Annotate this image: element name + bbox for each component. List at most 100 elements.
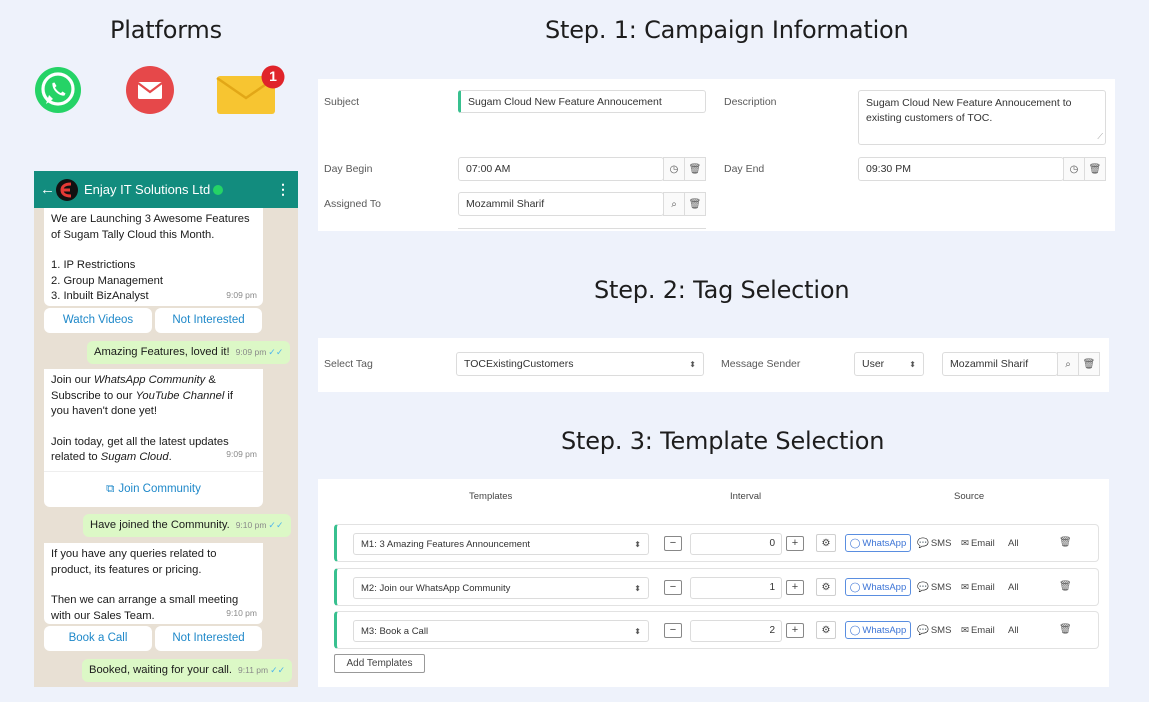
decrement-button[interactable]: − <box>664 623 682 638</box>
step3-heading: Step. 3: Template Selection <box>561 427 885 455</box>
gear-icon[interactable]: ⚙ <box>816 578 836 596</box>
mail-icon: ✉ <box>961 625 969 636</box>
more-options-icon[interactable]: ⋮ <box>276 181 290 198</box>
add-templates-button[interactable]: Add Templates <box>334 654 425 673</box>
trash-icon[interactable]: 🗑 <box>1059 624 1072 635</box>
notification-badge: 1 <box>269 68 277 84</box>
description-field[interactable]: Sugam Cloud New Feature Annoucement to e… <box>858 90 1106 145</box>
day-end-field[interactable]: 09:30 PM <box>858 157 1064 181</box>
source-whatsapp-button[interactable]: ◯ WhatsApp <box>845 578 911 596</box>
select-tag-label: Select Tag <box>324 358 373 370</box>
template-row-3: M3: Book a Call ⬍ − 2 + ⚙ ◯ WhatsApp 💬 SMS … <box>334 611 1099 649</box>
increment-button[interactable]: + <box>786 623 804 638</box>
interval-input[interactable]: 1 <box>690 577 782 599</box>
chevron-updown-icon: ⬍ <box>634 583 641 593</box>
clock-icon[interactable]: ◷ <box>1063 157 1085 181</box>
template-row-1: M1: 3 Amazing Features Announcement ⬍ − 0… <box>334 524 1099 562</box>
chevron-updown-icon: ⬍ <box>634 539 641 549</box>
message-line: 2. Group Management <box>51 274 163 287</box>
source-whatsapp-button[interactable]: ◯ WhatsApp <box>845 534 911 552</box>
increment-button[interactable]: + <box>786 536 804 551</box>
chevron-updown-icon: ⬍ <box>909 359 916 369</box>
chat-header: ← Enjay IT Solutions Ltd ⋮ <box>34 171 298 208</box>
book-a-call-button[interactable]: Book a Call <box>44 626 152 651</box>
mail-icon: ✉ <box>961 538 969 549</box>
chat-icon: 💬 <box>917 582 929 593</box>
gmail-icon <box>125 65 175 120</box>
source-whatsapp-button[interactable]: ◯ WhatsApp <box>845 621 911 639</box>
interval-column-header: Interval <box>730 491 762 502</box>
avatar <box>56 178 78 201</box>
assigned-to-field[interactable]: Mozammil Sharif <box>458 192 664 216</box>
sender-name-field[interactable]: Mozammil Sharif <box>942 352 1058 376</box>
message-line: 3. Inbuilt BizAnalyst <box>51 290 149 302</box>
source-sms-button[interactable]: 💬 SMS <box>917 535 951 552</box>
interval-input[interactable]: 0 <box>690 533 782 555</box>
gear-icon[interactable]: ⚙ <box>816 621 836 639</box>
trash-icon[interactable]: 🗑 <box>684 192 706 216</box>
template-dropdown[interactable]: M1: 3 Amazing Features Announcement ⬍ <box>353 533 649 555</box>
trash-icon[interactable]: 🗑 <box>1078 352 1100 376</box>
subject-label: Subject <box>324 96 360 108</box>
message-time: 9:09 pm <box>235 347 267 357</box>
external-link-icon: ⧉ <box>106 482 115 495</box>
whatsapp-icon: ◯ <box>849 624 861 636</box>
template-dropdown[interactable]: M2: Join our WhatsApp Community ⬍ <box>353 577 649 599</box>
trash-icon[interactable]: 🗑 <box>1059 537 1072 548</box>
not-interested-button-1[interactable]: Not Interested <box>155 308 262 333</box>
increment-button[interactable]: + <box>786 580 804 595</box>
template-row-2: M2: Join our WhatsApp Community ⬍ − 1 + ⚙… <box>334 568 1099 606</box>
whatsapp-icon: ◯ <box>849 581 861 593</box>
incoming-message-1: We are Launching 3 Awesome Features of S… <box>44 208 263 306</box>
source-email-button[interactable]: ✉ Email <box>961 579 995 596</box>
source-email-button[interactable]: ✉ Email <box>961 622 995 639</box>
trash-icon[interactable]: 🗑 <box>684 157 706 181</box>
template-dropdown[interactable]: M3: Book a Call ⬍ <box>353 620 649 642</box>
subject-field[interactable]: Sugam Cloud New Feature Annoucement <box>458 90 706 113</box>
message-line: of Sugam Tally Cloud this Month. <box>51 228 215 241</box>
source-sms-button[interactable]: 💬 SMS <box>917 622 951 639</box>
decrement-button[interactable]: − <box>664 580 682 595</box>
templates-column-header: Templates <box>469 491 513 502</box>
gear-icon[interactable]: ⚙ <box>816 534 836 552</box>
contact-name: Enjay IT Solutions Ltd <box>84 182 276 197</box>
step2-heading: Step. 2: Tag Selection <box>594 276 850 304</box>
source-all-button[interactable]: All <box>1008 622 1019 639</box>
resize-handle-icon[interactable]: ⟋ <box>1097 129 1103 144</box>
step1-heading: Step. 1: Campaign Information <box>545 16 909 44</box>
interval-input[interactable]: 2 <box>690 620 782 642</box>
watch-videos-button[interactable]: Watch Videos <box>44 308 152 333</box>
outgoing-message-3: Booked, waiting for your call. 9:11 pm ✓✓ <box>82 659 293 682</box>
message-time: 9:10 pm <box>226 607 257 618</box>
read-ticks-icon: ✓✓ <box>270 665 286 675</box>
decrement-button[interactable]: − <box>664 536 682 551</box>
chevron-updown-icon: ⬍ <box>634 626 641 636</box>
not-interested-button-2[interactable]: Not Interested <box>155 626 262 651</box>
trash-icon[interactable]: 🗑 <box>1059 581 1072 592</box>
whatsapp-chat-preview: ← Enjay IT Solutions Ltd ⋮ We are Launch… <box>34 171 298 687</box>
join-community-link[interactable]: ⧉ Join Community <box>44 471 263 507</box>
outgoing-message-1: Amazing Features, loved it! 9:09 pm ✓✓ <box>87 341 291 364</box>
mail-icon: ✉ <box>961 582 969 593</box>
verified-icon <box>213 184 224 195</box>
message-line: 1. IP Restrictions <box>51 259 136 271</box>
truncated-field <box>458 228 706 231</box>
clock-icon[interactable]: ◷ <box>663 157 685 181</box>
source-all-button[interactable]: All <box>1008 535 1019 552</box>
day-begin-label: Day Begin <box>324 163 373 175</box>
search-icon[interactable]: ⌕ <box>663 192 685 216</box>
message-time: 9:10 pm <box>235 520 267 530</box>
outgoing-message-2: Have joined the Community. 9:10 pm ✓✓ <box>83 514 291 537</box>
envelope-icon: 1 <box>215 65 287 122</box>
select-tag-dropdown[interactable]: TOCExistingCustomers ⬍ <box>456 352 704 376</box>
sender-type-dropdown[interactable]: User ⬍ <box>854 352 924 376</box>
source-email-button[interactable]: ✉ Email <box>961 535 995 552</box>
source-sms-button[interactable]: 💬 SMS <box>917 579 951 596</box>
source-all-button[interactable]: All <box>1008 579 1019 596</box>
whatsapp-icon: ◯ <box>849 537 861 549</box>
back-arrow-icon[interactable]: ← <box>40 181 55 198</box>
trash-icon[interactable]: 🗑 <box>1084 157 1106 181</box>
day-begin-field[interactable]: 07:00 AM <box>458 157 664 181</box>
message-time: 9:09 pm <box>226 448 257 459</box>
search-icon[interactable]: ⌕ <box>1057 352 1079 376</box>
